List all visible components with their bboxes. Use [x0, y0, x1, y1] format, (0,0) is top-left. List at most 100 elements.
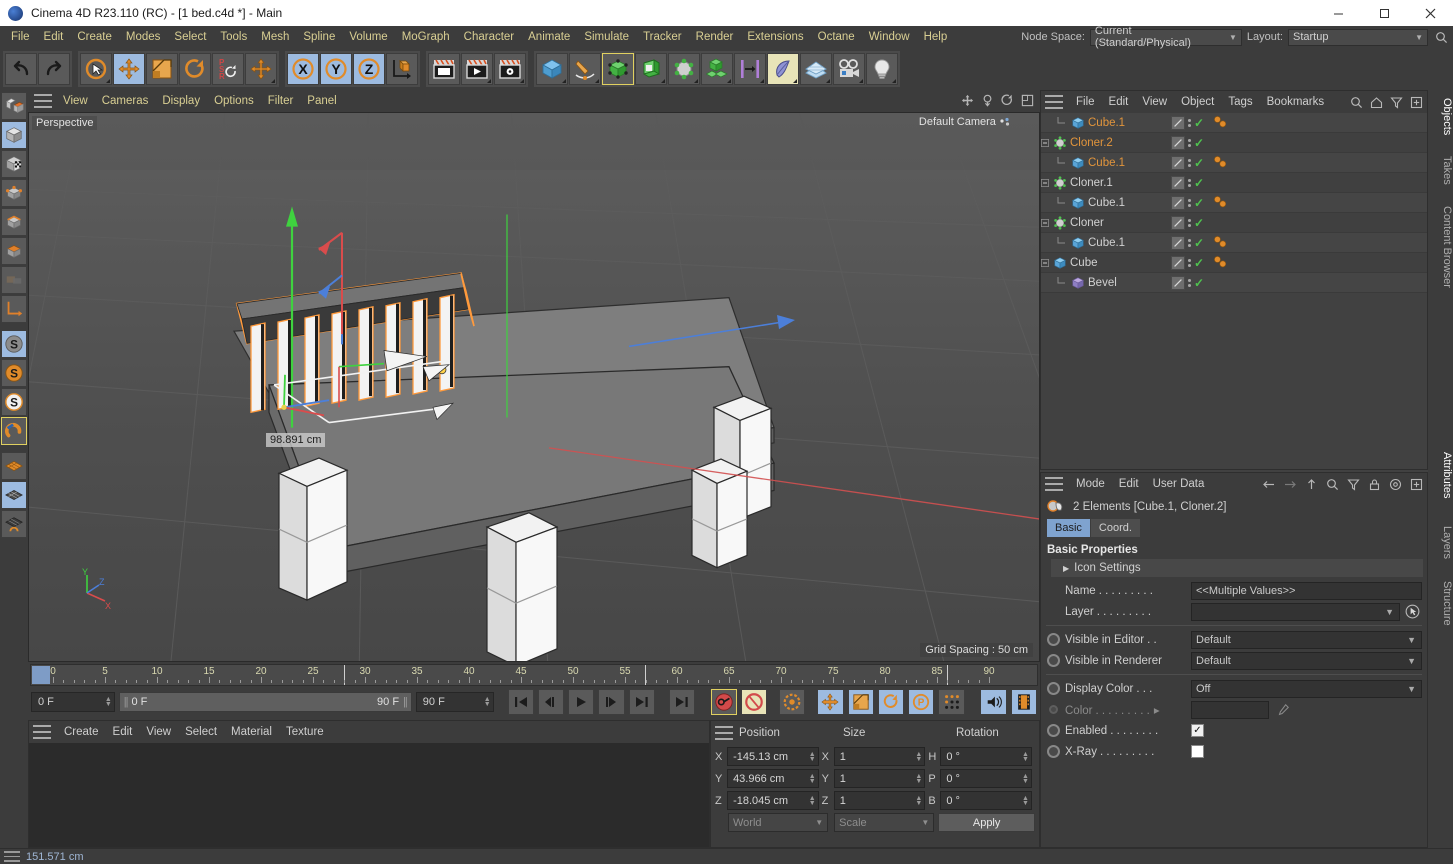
enabled-check-icon[interactable]: ✓: [1194, 196, 1204, 210]
object-menu-object[interactable]: Object: [1174, 91, 1221, 113]
menu-tracker[interactable]: Tracker: [636, 26, 689, 48]
rotation-b-input[interactable]: 0 ° ▲ ▼: [940, 791, 1032, 810]
transform-mode-select[interactable]: Scale ▼: [834, 813, 935, 832]
expander-collapse-icon[interactable]: [1041, 178, 1051, 188]
add-deformer-button[interactable]: [635, 53, 667, 85]
object-row[interactable]: Cloner ✓: [1041, 213, 1427, 233]
object-menu-tags[interactable]: Tags: [1221, 91, 1259, 113]
eyedropper-icon[interactable]: [1274, 701, 1292, 719]
edit-visibility-box[interactable]: [1171, 195, 1185, 210]
spinner-icon[interactable]: ▲ ▼: [101, 696, 112, 708]
material-tag-icon[interactable]: [1213, 235, 1229, 251]
filter-icon[interactable]: [1345, 476, 1361, 492]
enabled-check-icon[interactable]: ✓: [1194, 116, 1204, 130]
play-button[interactable]: [568, 689, 595, 715]
enable-snap-button[interactable]: S: [1, 330, 27, 358]
material-list-area[interactable]: [29, 743, 709, 847]
menu-mograph[interactable]: MoGraph: [395, 26, 457, 48]
points-mode-button[interactable]: [1, 179, 27, 207]
node-space-select[interactable]: Current (Standard/Physical) ▼: [1089, 25, 1242, 49]
object-row[interactable]: Cloner.1 ✓: [1041, 173, 1427, 193]
lock-y-axis[interactable]: Y: [320, 53, 352, 85]
enabled-check-icon[interactable]: ✓: [1194, 136, 1204, 150]
menu-octane[interactable]: Octane: [811, 26, 862, 48]
sound-button[interactable]: [980, 689, 1007, 715]
dolly-icon[interactable]: [979, 92, 996, 109]
edit-visibility-box[interactable]: [1171, 175, 1185, 190]
material-tag-icon[interactable]: [1213, 155, 1229, 171]
range-left-grip[interactable]: ||: [124, 696, 129, 708]
edit-visibility-box[interactable]: [1171, 135, 1185, 150]
spinner-icon[interactable]: ▲ ▼: [911, 751, 922, 763]
home-icon[interactable]: [1368, 94, 1384, 110]
visible-in-editor-toggle[interactable]: [1047, 633, 1060, 646]
previous-frame-button[interactable]: [537, 689, 565, 715]
material-menu-edit[interactable]: Edit: [106, 721, 140, 743]
edit-visibility-box[interactable]: [1171, 275, 1185, 290]
attribute-menu-edit[interactable]: Edit: [1112, 473, 1146, 495]
viewport-3d[interactable]: Perspective Default Camera 98.891 cm Gri…: [28, 112, 1040, 662]
material-menu-select[interactable]: Select: [178, 721, 224, 743]
edges-mode-button[interactable]: [1, 208, 27, 236]
viewport-menu-options[interactable]: Options: [207, 90, 261, 112]
close-button[interactable]: [1407, 0, 1453, 26]
tab-takes[interactable]: Takes: [1428, 150, 1453, 191]
object-row[interactable]: Bevel ✓: [1041, 273, 1427, 293]
visibility-dots[interactable]: [1188, 178, 1191, 187]
attribute-menu-mode[interactable]: Mode: [1069, 473, 1112, 495]
display-color-toggle[interactable]: [1047, 682, 1060, 695]
spinner-icon[interactable]: ▲ ▼: [480, 696, 491, 708]
new-window-icon[interactable]: [1408, 94, 1424, 110]
add-camera-button[interactable]: [833, 53, 865, 85]
material-tag-icon[interactable]: [1213, 255, 1229, 271]
rotation-h-input[interactable]: 0 ° ▲ ▼: [940, 747, 1032, 766]
live-selection-tool[interactable]: [80, 53, 112, 85]
enabled-check-icon[interactable]: ✓: [1194, 156, 1204, 170]
model-mode-button[interactable]: [1, 121, 27, 149]
go-to-next-key-button[interactable]: [668, 689, 695, 715]
tab-objects[interactable]: Objects: [1428, 92, 1453, 141]
preview-range-bar[interactable]: || 0 F 90 F ||: [118, 692, 412, 712]
attribute-hamburger-icon[interactable]: [1045, 477, 1063, 491]
menu-window[interactable]: Window: [862, 26, 917, 48]
add-scene-object-button[interactable]: [668, 53, 700, 85]
visibility-dots[interactable]: [1188, 238, 1191, 247]
visibility-dots[interactable]: [1188, 118, 1191, 127]
object-row[interactable]: Cube.1 ✓: [1041, 153, 1427, 173]
scale-key-button[interactable]: [847, 689, 874, 715]
expander-collapse-icon[interactable]: [1041, 258, 1051, 268]
workplane-snap-button[interactable]: [1, 481, 27, 509]
film-strip-button[interactable]: [1010, 689, 1037, 715]
coordinates-hamburger-icon[interactable]: [715, 726, 733, 740]
object-row[interactable]: Cube.1 ✓: [1041, 113, 1427, 133]
quantize-snap-button[interactable]: [1, 417, 27, 445]
spinner-icon[interactable]: ▲ ▼: [1018, 751, 1029, 763]
add-generator-button[interactable]: [602, 53, 634, 85]
rotate-icon[interactable]: [999, 92, 1016, 109]
xray-checkbox[interactable]: [1191, 745, 1204, 758]
timeline-playhead[interactable]: [32, 666, 50, 684]
edit-visibility-box[interactable]: [1171, 235, 1185, 250]
material-tag-icon[interactable]: [1213, 115, 1229, 131]
go-to-end-button[interactable]: [628, 689, 655, 715]
menu-edit[interactable]: Edit: [37, 26, 71, 48]
back-arrow-icon[interactable]: [1261, 476, 1277, 492]
add-hair-button[interactable]: [767, 53, 799, 85]
next-frame-button[interactable]: [598, 689, 625, 715]
edit-visibility-box[interactable]: [1171, 255, 1185, 270]
menu-file[interactable]: File: [4, 26, 37, 48]
menu-select[interactable]: Select: [167, 26, 213, 48]
rotation-key-button[interactable]: [877, 689, 905, 715]
keyframe-selection-button[interactable]: [779, 689, 806, 715]
dynamic-workplane-button[interactable]: [1, 510, 27, 538]
spinner-icon[interactable]: ▲ ▼: [911, 773, 922, 785]
range-right-grip[interactable]: ||: [403, 696, 408, 708]
layer-field[interactable]: ▼: [1191, 602, 1400, 621]
scale-tool[interactable]: [146, 53, 178, 85]
polygons-mode-button[interactable]: [1, 237, 27, 265]
psr-tool[interactable]: P S R: [212, 53, 244, 85]
filter-icon[interactable]: [1388, 94, 1404, 110]
material-menu-texture[interactable]: Texture: [279, 721, 331, 743]
visible-in-renderer-select[interactable]: Default ▼: [1191, 651, 1422, 670]
go-to-start-button[interactable]: [507, 689, 534, 715]
